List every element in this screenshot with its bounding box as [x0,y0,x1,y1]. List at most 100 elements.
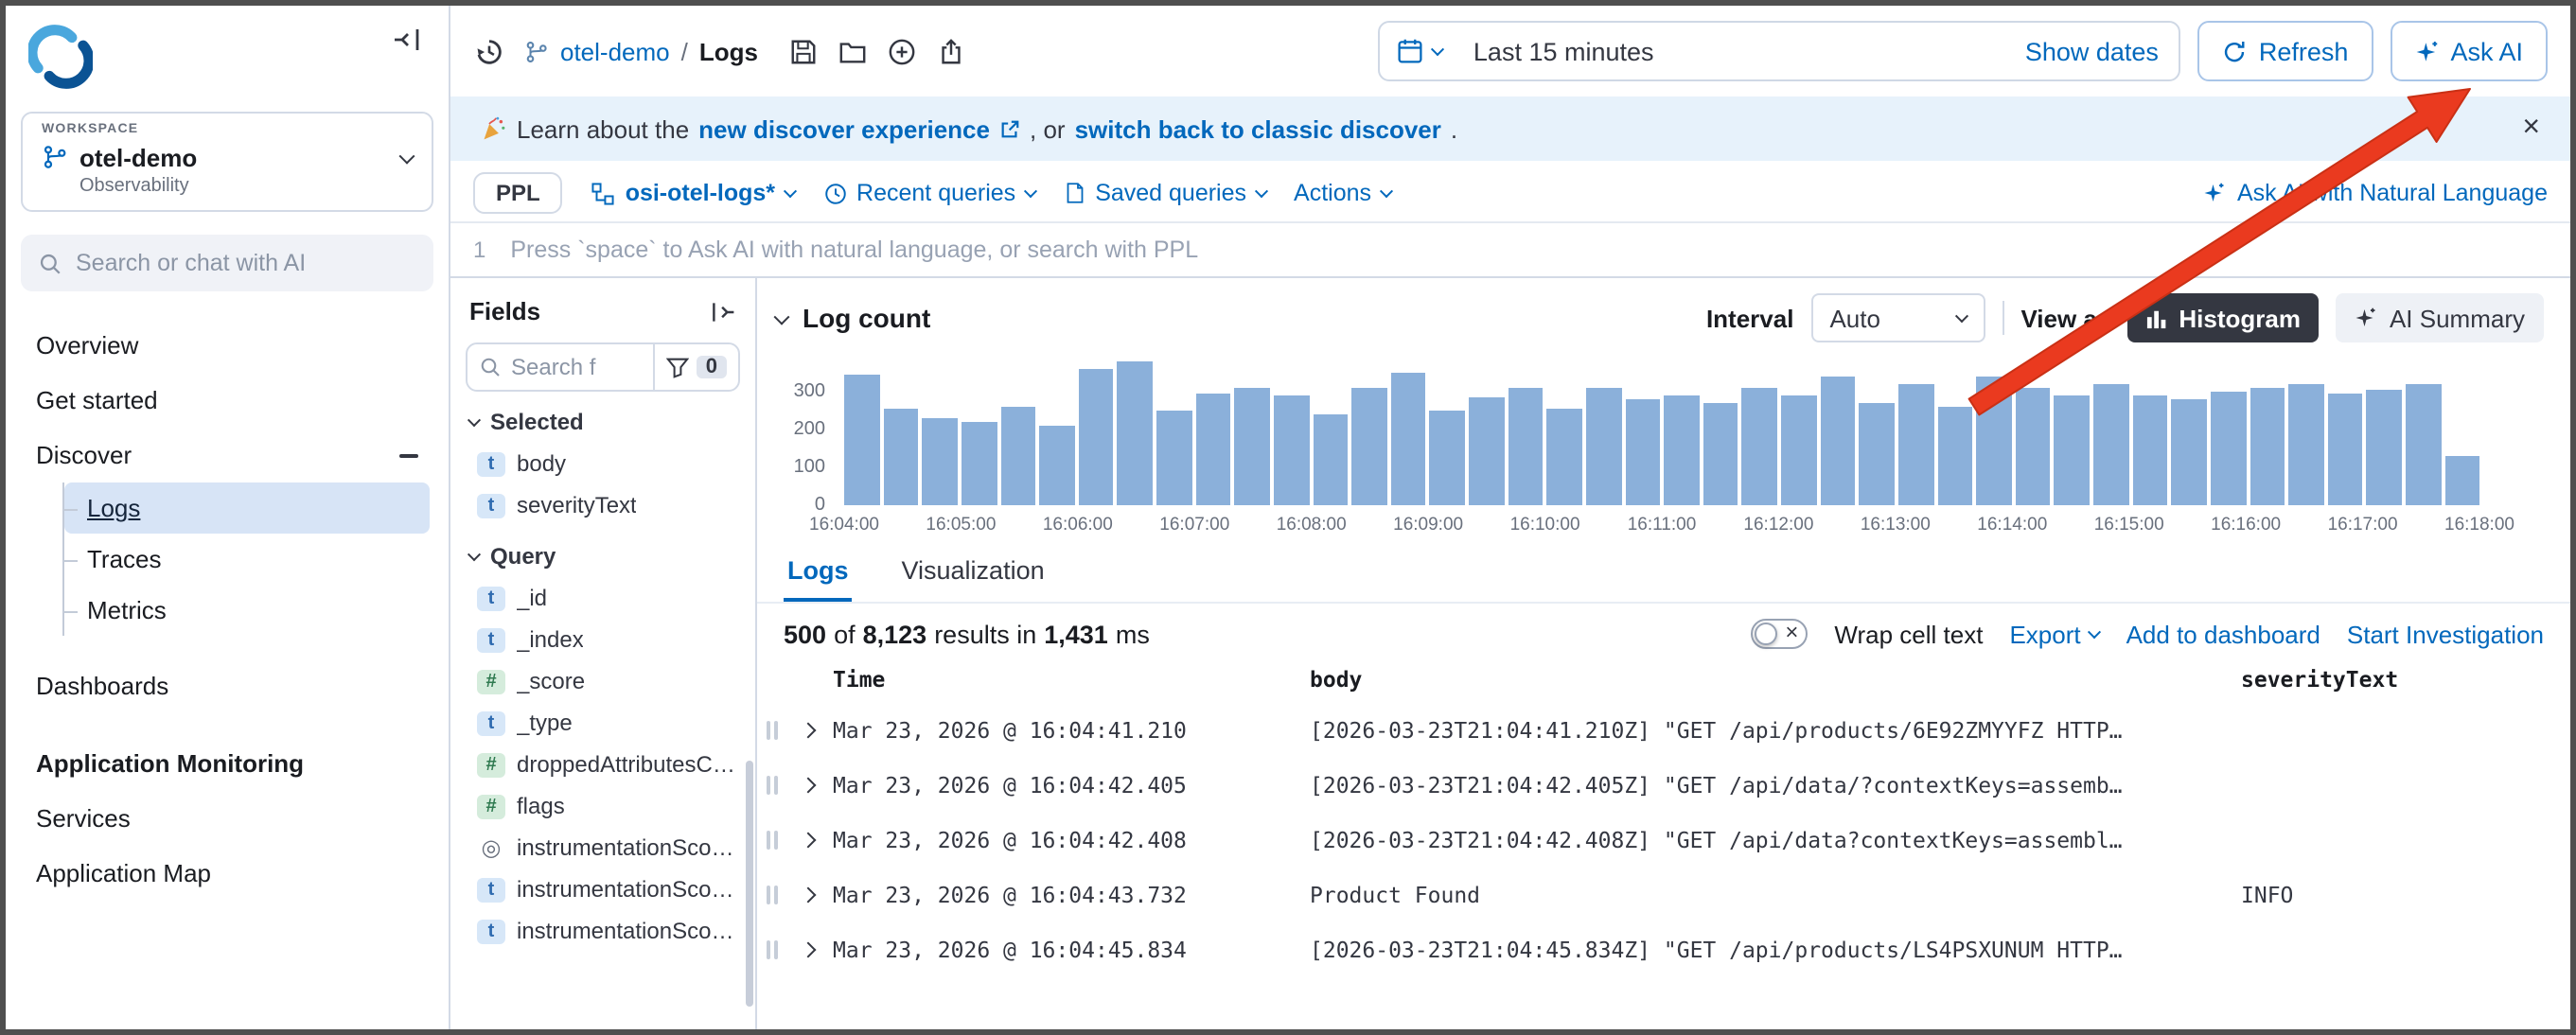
histogram-bar[interactable] [1195,394,1230,505]
classic-discover-link[interactable]: switch back to classic discover [1075,114,1441,143]
histogram-bar[interactable] [1860,402,1895,505]
save-icon[interactable] [788,37,817,65]
field-item[interactable]: t_id [466,577,740,619]
query-input[interactable] [510,237,2548,263]
row-drag-handle[interactable] [761,885,784,903]
histogram-bar[interactable] [1547,410,1582,505]
sidebar-search[interactable] [21,235,433,291]
actions-dropdown[interactable]: Actions [1294,180,1390,206]
fields-scrollbar[interactable] [746,761,753,1007]
interval-select[interactable]: Auto [1810,293,1985,342]
histogram-bar[interactable] [1156,410,1191,505]
collapse-minus-icon[interactable] [399,453,418,457]
ai-summary-button[interactable]: AI Summary [2337,293,2544,342]
collapse-sidebar-icon[interactable] [392,25,422,55]
field-item[interactable]: tinstrumentationScope… [466,868,740,910]
collapse-chart-icon[interactable] [776,301,787,335]
field-item[interactable]: #flags [466,785,740,827]
row-expand-button[interactable] [784,833,833,845]
fields-filter-button[interactable]: 0 [653,344,738,390]
show-dates-button[interactable]: Show dates [2004,37,2179,65]
histogram-view-button[interactable]: Histogram [2127,293,2320,342]
tab-logs[interactable]: Logs [784,551,853,602]
histogram-bar[interactable] [1079,370,1114,505]
sidebar-item-application-monitoring[interactable]: Application Monitoring [6,736,449,791]
sidebar-item-application-map[interactable]: Application Map [6,846,449,901]
ask-ai-button[interactable]: Ask AI [2390,21,2548,81]
column-severity[interactable]: severityText [2241,666,2559,693]
field-item[interactable]: #droppedAttributesCount [466,744,740,785]
sidebar-item-metrics[interactable]: Metrics [64,585,430,636]
histogram-bar[interactable] [1351,387,1386,505]
histogram-bar[interactable] [1976,377,2011,505]
calendar-dropdown[interactable] [1381,23,1460,79]
row-drag-handle[interactable] [761,830,784,849]
histogram-bar[interactable] [1391,372,1426,505]
sidebar-item-discover[interactable]: Discover [6,428,449,482]
field-item[interactable]: tinstrumentationScope… [466,910,740,952]
histogram-bar[interactable] [1313,415,1348,505]
sidebar-item-overview[interactable]: Overview [6,318,449,373]
field-item[interactable]: t_type [466,702,740,744]
table-row[interactable]: Mar 23, 2026 @ 16:04:43.732Product Found… [761,867,2559,921]
add-to-dashboard-button[interactable]: Add to dashboard [2126,620,2320,648]
histogram-bar[interactable] [1742,389,1777,505]
field-item[interactable]: t_index [466,619,740,660]
time-range-value[interactable]: Last 15 minutes [1460,37,1667,65]
histogram-bar[interactable] [1469,397,1504,505]
field-item[interactable]: #_score [466,660,740,702]
histogram-bar[interactable] [1000,408,1035,505]
histogram-bar[interactable] [1664,395,1699,505]
share-icon[interactable] [936,37,964,65]
refresh-button[interactable]: Refresh [2198,21,2373,81]
row-expand-button[interactable] [784,943,833,955]
open-folder-icon[interactable] [838,37,866,65]
table-row[interactable]: Mar 23, 2026 @ 16:04:41.210[2026-03-23T2… [761,702,2559,757]
histogram-bar[interactable] [2172,398,2207,505]
row-expand-button[interactable] [784,888,833,900]
histogram-bar[interactable] [1898,385,1933,505]
field-item[interactable]: ◎instrumentationScope [466,827,740,868]
tab-visualization[interactable]: Visualization [898,551,1049,602]
histogram-bar[interactable] [1235,389,1270,505]
row-expand-button[interactable] [784,724,833,735]
histogram-bar[interactable] [844,375,879,505]
ask-ai-natural-language-button[interactable]: Ask AI with Natural Language [2203,180,2548,206]
opensearch-logo-icon[interactable] [28,25,93,89]
start-investigation-button[interactable]: Start Investigation [2347,620,2544,648]
sidebar-search-input[interactable] [76,250,416,276]
histogram-bar[interactable] [2367,390,2402,505]
histogram-bar[interactable] [1625,398,1660,505]
histogram-bar[interactable] [1508,387,1543,505]
histogram-bar[interactable] [2132,395,2167,505]
sidebar-item-dashboards[interactable]: Dashboards [6,658,449,713]
column-time[interactable]: Time [833,666,1310,693]
histogram-bar[interactable] [2328,394,2363,505]
query-language-button[interactable]: PPL [473,172,563,214]
histogram-bar[interactable] [2250,387,2285,505]
histogram-bar[interactable] [923,417,958,505]
histogram-bar[interactable] [2406,385,2441,505]
collapse-fields-icon[interactable] [710,298,736,325]
saved-queries-dropdown[interactable]: Saved queries [1063,180,1265,206]
histogram-bar[interactable] [1781,395,1816,505]
histogram-bar[interactable] [2288,385,2323,505]
row-drag-handle[interactable] [761,939,784,958]
wrap-text-toggle[interactable]: × [1751,619,1808,649]
histogram-bar[interactable] [962,421,997,505]
histogram-bar[interactable] [1703,404,1738,505]
workspace-selector[interactable]: WORKSPACE otel-demo Observability [21,112,433,212]
query-fields-section[interactable]: Query [466,526,740,577]
sidebar-item-get-started[interactable]: Get started [6,373,449,428]
row-drag-handle[interactable] [761,775,784,794]
histogram-bar[interactable] [2016,389,2051,505]
fields-search-input[interactable] [511,354,642,380]
export-dropdown[interactable]: Export [2009,620,2099,648]
histogram-bar[interactable] [2093,385,2128,505]
histogram-bar[interactable] [1039,425,1074,505]
sidebar-item-logs[interactable]: Logs [64,482,430,534]
table-row[interactable]: Mar 23, 2026 @ 16:04:45.834[2026-03-23T2… [761,921,2559,976]
field-item[interactable]: tbody [466,443,740,484]
table-row[interactable]: Mar 23, 2026 @ 16:04:42.405[2026-03-23T2… [761,757,2559,812]
histogram-bar[interactable] [1430,412,1465,505]
